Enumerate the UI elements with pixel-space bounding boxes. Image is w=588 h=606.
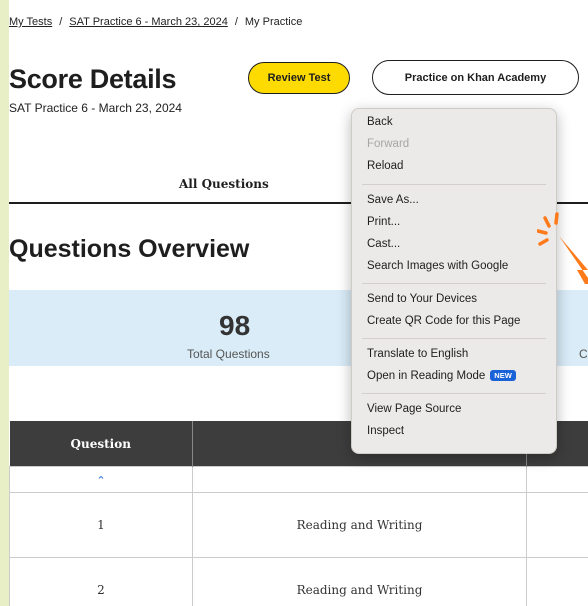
stat-partial-label: C xyxy=(579,347,588,361)
total-questions-label: Total Questions xyxy=(187,347,270,361)
sort-cell xyxy=(192,466,527,493)
menu-item-view-source[interactable]: View Page Source xyxy=(367,403,461,415)
menu-item-cast[interactable]: Cast... xyxy=(367,238,400,250)
breadcrumb: My Tests / SAT Practice 6 - March 23, 2024… xyxy=(9,16,302,28)
khan-academy-button[interactable]: Practice on Khan Academy xyxy=(372,60,579,95)
question-number: 1 xyxy=(9,492,193,558)
menu-item-qr-code[interactable]: Create QR Code for this Page xyxy=(367,315,520,327)
tab-all-questions[interactable]: All Questions xyxy=(179,177,269,191)
menu-item-translate[interactable]: Translate to English xyxy=(367,348,468,360)
breadcrumb-current: My Practice xyxy=(244,16,303,28)
review-test-button[interactable]: Review Test xyxy=(248,62,350,94)
breadcrumb-separator: / xyxy=(234,16,238,28)
menu-item-inspect[interactable]: Inspect xyxy=(367,425,404,437)
question-section: Reading and Writing xyxy=(192,492,527,558)
total-questions-value: 98 xyxy=(219,310,251,341)
breadcrumb-my-tests[interactable]: My Tests xyxy=(9,16,52,28)
menu-divider xyxy=(362,338,546,339)
sort-cell xyxy=(526,466,588,493)
table-cell xyxy=(526,557,588,606)
overview-title: Questions Overview xyxy=(9,235,250,263)
sort-row: ⌃ xyxy=(9,466,588,493)
question-section: Reading and Writing xyxy=(192,557,527,606)
page-title: Score Details xyxy=(9,64,177,94)
context-menu: Back Forward Reload Save As... Print... … xyxy=(351,108,557,454)
menu-item-reading-mode[interactable]: Open in Reading Mode NEW xyxy=(367,370,516,382)
menu-item-search-images[interactable]: Search Images with Google xyxy=(367,260,508,272)
breadcrumb-practice[interactable]: SAT Practice 6 - March 23, 2024 xyxy=(69,16,228,28)
menu-item-print[interactable]: Print... xyxy=(367,216,400,228)
reading-mode-label: Open in Reading Mode xyxy=(367,370,486,382)
menu-item-back[interactable]: Back xyxy=(367,116,393,128)
chevron-up-icon[interactable]: ⌃ xyxy=(96,474,105,487)
menu-item-send-devices[interactable]: Send to Your Devices xyxy=(367,293,477,305)
question-number: 2 xyxy=(9,557,193,606)
menu-divider xyxy=(362,184,546,185)
sort-cell: ⌃ xyxy=(9,466,193,493)
menu-item-forward: Forward xyxy=(367,138,410,150)
menu-item-save-as[interactable]: Save As... xyxy=(367,194,419,206)
arrow-pointer-icon xyxy=(537,212,588,284)
table-row[interactable]: 2 Reading and Writing xyxy=(9,557,588,606)
page-subtitle: SAT Practice 6 - March 23, 2024 xyxy=(9,101,182,115)
menu-divider xyxy=(362,283,546,284)
new-badge: NEW xyxy=(490,370,516,381)
score-details-page: My Tests / SAT Practice 6 - March 23, 2024… xyxy=(9,0,588,606)
table-row[interactable]: 1 Reading and Writing xyxy=(9,492,588,558)
breadcrumb-separator: / xyxy=(59,16,63,28)
table-cell xyxy=(526,492,588,558)
menu-divider xyxy=(362,393,546,394)
column-header-question[interactable]: Question xyxy=(9,421,193,467)
menu-item-reload[interactable]: Reload xyxy=(367,160,403,172)
